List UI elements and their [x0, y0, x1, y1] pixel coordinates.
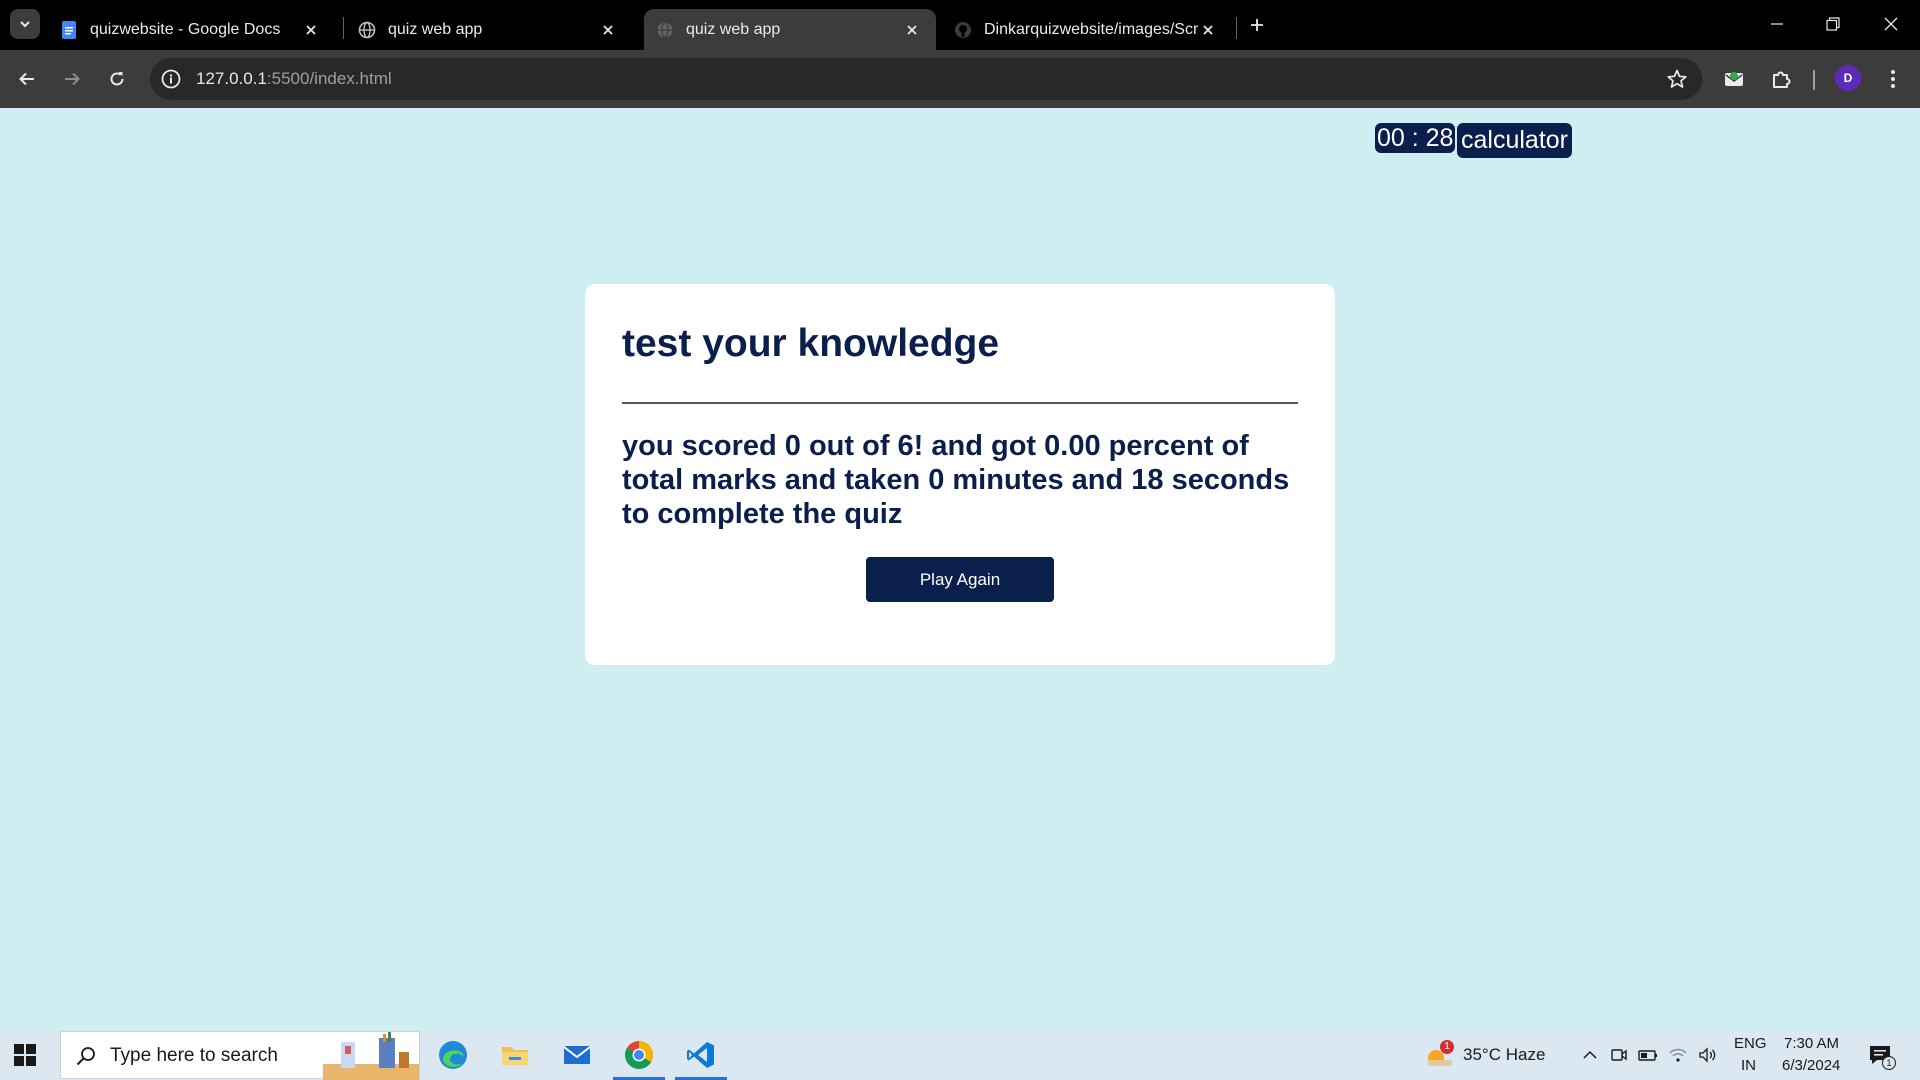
chrome-icon	[625, 1041, 653, 1069]
puzzle-icon	[1773, 71, 1791, 88]
mail-extension-icon	[1725, 72, 1743, 86]
windows-start-icon[interactable]	[12, 1042, 38, 1068]
tab-title: quizwebsite - Google Docs	[90, 20, 281, 38]
tab-divider	[343, 17, 344, 39]
clock-time[interactable]: 7:30 AM	[1784, 1035, 1839, 1052]
reload-icon	[110, 72, 124, 86]
page-content: 00 : 28 calculator test your knowledge y…	[0, 108, 1920, 1030]
forward-button[interactable]	[55, 62, 89, 96]
search-placeholder: Type here to search	[110, 1045, 278, 1066]
close-icon	[1884, 17, 1898, 31]
restore-button[interactable]	[1810, 6, 1856, 42]
tab-strip: quizwebsite - Google Docs quiz web app q…	[0, 0, 1920, 50]
minimize-icon	[1771, 23, 1783, 25]
taskbar-vscode[interactable]	[672, 1030, 730, 1080]
extensions-menu-button[interactable]	[1764, 62, 1798, 96]
close-icon[interactable]	[598, 20, 618, 40]
search-icon	[76, 1047, 95, 1066]
browser-toolbar: 127.0.0.1:5500/index.html D	[0, 50, 1920, 108]
extension-button[interactable]	[1717, 62, 1751, 96]
arrow-right-icon	[65, 72, 80, 86]
plus-icon	[1251, 19, 1263, 31]
more-vert-icon	[1891, 70, 1895, 88]
quiz-timer: 00 : 28	[1375, 123, 1456, 153]
clock-date[interactable]: 6/3/2024	[1782, 1057, 1840, 1074]
back-button[interactable]	[10, 62, 44, 96]
language-top[interactable]: ENG	[1734, 1035, 1767, 1052]
edge-icon	[439, 1041, 467, 1069]
taskbar-search-box[interactable]: Type here to search	[60, 1031, 420, 1080]
info-icon[interactable]	[160, 68, 182, 90]
vscode-icon	[687, 1042, 714, 1068]
globe-icon	[358, 21, 376, 38]
arrow-left-icon	[19, 72, 34, 86]
tab-quiz-web-app[interactable]: quiz web app	[346, 9, 632, 50]
star-icon[interactable]	[1666, 68, 1688, 90]
tab-google-docs[interactable]: quizwebsite - Google Docs	[48, 9, 335, 50]
close-window-button[interactable]	[1868, 6, 1914, 42]
tab-title: quiz web app	[388, 20, 483, 38]
close-icon[interactable]	[1198, 20, 1218, 40]
calculator-button[interactable]: calculator	[1457, 123, 1572, 158]
meet-now-icon[interactable]	[1609, 1045, 1629, 1065]
divider	[622, 402, 1298, 404]
new-tab-button[interactable]	[1244, 12, 1270, 38]
google-docs-icon	[62, 20, 76, 39]
notification-count: 1	[1882, 1056, 1896, 1070]
reload-button[interactable]	[100, 62, 134, 96]
weather-text[interactable]: 35°C Haze	[1463, 1045, 1545, 1065]
toolbar-divider	[1813, 70, 1815, 90]
chevron-down-icon	[20, 21, 30, 28]
globe-icon	[657, 21, 673, 38]
play-again-button[interactable]: Play Again	[866, 557, 1054, 602]
taskbar-mail[interactable]	[548, 1030, 606, 1080]
weather-badge: 1	[1440, 1040, 1454, 1054]
mail-icon	[563, 1046, 591, 1064]
address-bar[interactable]: 127.0.0.1:5500/index.html	[150, 58, 1702, 100]
restore-icon	[1826, 17, 1840, 31]
taskbar-edge[interactable]	[424, 1030, 482, 1080]
chevron-up-icon[interactable]	[1580, 1045, 1600, 1065]
profile-avatar[interactable]: D	[1835, 65, 1861, 91]
folder-icon	[502, 1047, 528, 1065]
url-host: 127.0.0.1	[196, 69, 267, 88]
result-text: you scored 0 out of 6! and got 0.00 perc…	[622, 430, 1290, 530]
tab-github[interactable]: Dinkarquizwebsite/images/Scre	[942, 9, 1232, 50]
browser-menu-button[interactable]	[1876, 62, 1910, 96]
battery-icon[interactable]	[1638, 1045, 1658, 1065]
tab-title: quiz web app	[686, 20, 781, 38]
volume-icon[interactable]	[1698, 1045, 1718, 1065]
language-bottom[interactable]: IN	[1741, 1057, 1756, 1074]
taskbar: Type here to search 1 35°C Haze ENG IN 7…	[0, 1030, 1920, 1080]
taskbar-chrome[interactable]	[610, 1030, 668, 1080]
taskbar-file-explorer[interactable]	[486, 1030, 544, 1080]
wifi-icon[interactable]	[1668, 1045, 1688, 1065]
result-card: test your knowledge you scored 0 out of …	[585, 284, 1335, 665]
tab-search-button[interactable]	[10, 9, 40, 39]
url-path: :5500/index.html	[266, 69, 392, 88]
tab-divider	[1236, 17, 1237, 39]
url-text[interactable]: 127.0.0.1:5500/index.html	[196, 69, 392, 89]
close-icon[interactable]	[301, 20, 321, 40]
search-highlight-illustration	[323, 1032, 419, 1080]
github-icon	[955, 21, 971, 38]
tab-title: Dinkarquizwebsite/images/Scre	[984, 20, 1198, 38]
page-title: test your knowledge	[622, 322, 1000, 365]
tab-quiz-web-app-active[interactable]: quiz web app	[644, 9, 936, 50]
close-icon[interactable]	[902, 20, 922, 40]
minimize-button[interactable]	[1754, 6, 1800, 42]
